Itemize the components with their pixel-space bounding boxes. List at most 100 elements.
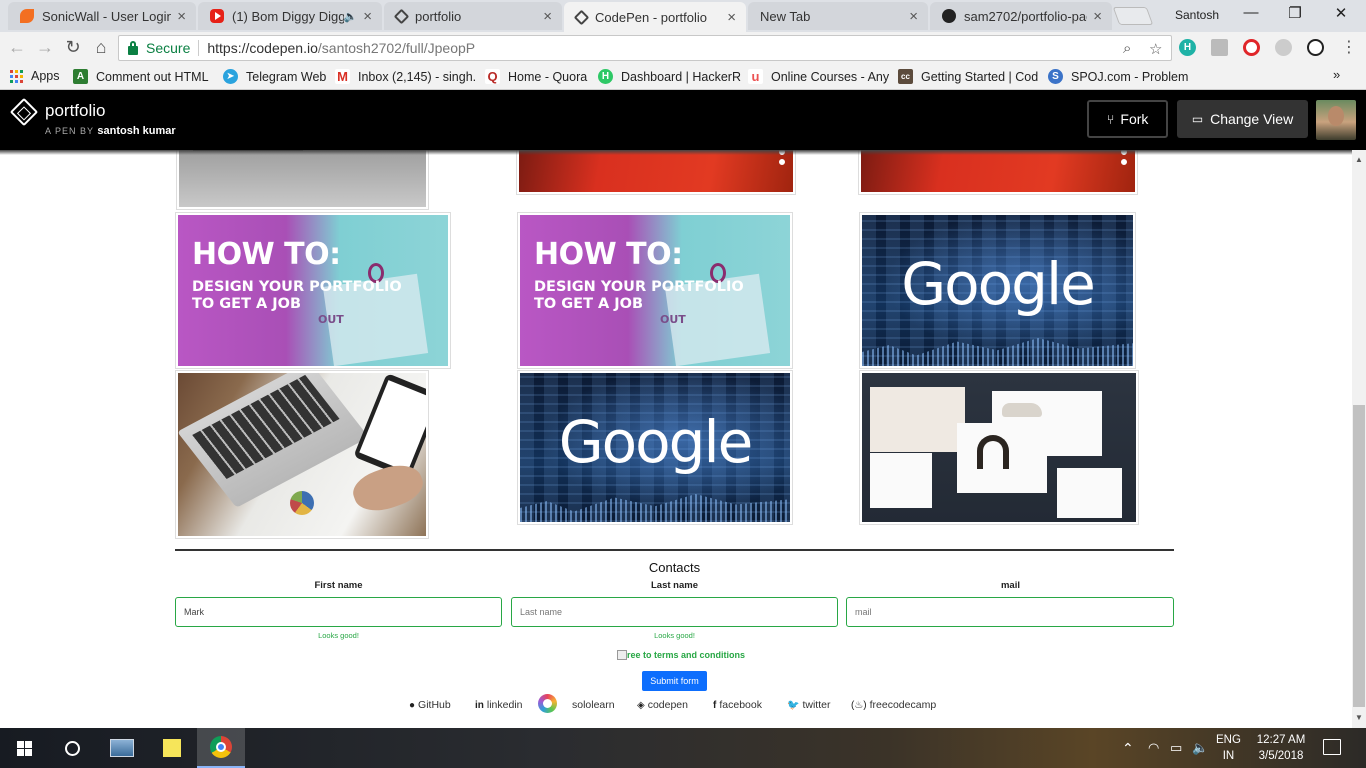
close-icon[interactable]: × <box>177 8 186 25</box>
bookmark-hackerrank[interactable]: H Dashboard | HackerR <box>598 69 741 84</box>
gallery-image-products[interactable] <box>859 370 1139 525</box>
wifi-icon[interactable]: ◠ <box>1148 728 1159 768</box>
codepen-header: portfolio A PEN BY santosh kumar ⑂ Fork … <box>0 90 1366 150</box>
bookmark-telegram[interactable]: ➤ Telegram Web <box>223 69 326 84</box>
gallery-image-red-1[interactable] <box>516 150 796 195</box>
action-center-icon[interactable] <box>1323 739 1341 755</box>
social-link-twitter[interactable]: 🐦 twitter <box>787 699 830 711</box>
social-label: freecodecamp <box>869 699 937 711</box>
social-link-freecodecamp[interactable]: (♨) freecodecamp <box>851 699 936 711</box>
reload-icon[interactable]: ↻ <box>62 37 84 58</box>
codepen-logo-icon[interactable] <box>9 97 39 127</box>
gallery-image-google-1[interactable]: Google <box>859 212 1136 369</box>
change-view-label: Change View <box>1210 111 1294 127</box>
profile-name[interactable]: Santosh <box>1175 8 1219 22</box>
mail-field[interactable]: mail <box>846 597 1174 627</box>
tab-github[interactable]: sam2702/portfolio-pag × <box>930 2 1112 30</box>
cortana-button[interactable] <box>48 728 96 768</box>
gallery-image-google-2[interactable]: Google <box>517 370 793 525</box>
star-icon[interactable]: ☆ <box>1149 40 1162 58</box>
howto-portfolio-image: HOW TO: DESIGN YOUR PORTFOLIO TO GET A JO… <box>520 215 790 366</box>
contacts-heading: Contacts <box>648 560 701 575</box>
close-icon[interactable]: × <box>543 8 552 25</box>
tab-codepen-portfolio[interactable]: CodePen - portfolio × <box>564 2 746 32</box>
terms-checkbox[interactable] <box>617 650 627 660</box>
social-link-sololearn[interactable]: sololearn <box>572 699 615 711</box>
bookmark-spoj[interactable]: S SPOJ.com - Problem <box>1048 69 1188 84</box>
pen-title: portfolio <box>45 101 106 120</box>
chrome-taskbar-button[interactable] <box>197 728 245 768</box>
sonicwall-icon <box>20 9 34 23</box>
bookmark-udemy[interactable]: u Online Courses - Any <box>748 69 889 84</box>
close-window-icon[interactable]: ✕ <box>1326 4 1356 22</box>
menu-icon[interactable]: ⋮ <box>1338 37 1360 57</box>
social-link-github[interactable]: ● GitHub <box>409 699 451 711</box>
bookmark-apps[interactable]: Apps <box>10 69 60 83</box>
scrollbar-thumb[interactable] <box>1353 405 1365 707</box>
codecademy-icon: cc <box>898 69 913 84</box>
bookmark-codecademy[interactable]: cc Getting Started | Cod <box>898 69 1038 84</box>
close-icon[interactable]: × <box>909 8 918 25</box>
bookmark-quora[interactable]: Q Home - Quora <box>485 69 587 84</box>
language-indicator[interactable]: ENG IN <box>1216 732 1241 764</box>
scroll-up-icon[interactable]: ▲ <box>1352 153 1366 167</box>
twitter-icon: 🐦 <box>787 699 800 711</box>
volume-icon[interactable]: 🔈 <box>1192 728 1208 768</box>
tray-overflow-icon[interactable]: ⌃ <box>1122 728 1134 768</box>
gallery-image-howto-1[interactable]: HOW TO: DESIGN YOUR PORTFOLIO TO GET A JO… <box>175 212 451 369</box>
back-icon[interactable]: ← <box>6 37 28 58</box>
last-name-field[interactable]: Last name <box>511 597 838 627</box>
tab-sonicwall[interactable]: SonicWall - User Login × <box>8 2 196 30</box>
extension-chat-icon[interactable] <box>1275 39 1292 56</box>
gallery-image-red-2[interactable] <box>858 150 1138 195</box>
gallery-image-laptop-top[interactable] <box>176 150 429 210</box>
social-label: sololearn <box>572 699 615 711</box>
bookmark-gmail[interactable]: M Inbox (2,145) - singh. <box>335 69 476 84</box>
bookmark-comment-out-html[interactable]: A Comment out HTML <box>73 69 209 84</box>
lang-line2: IN <box>1222 750 1235 762</box>
system-clock[interactable]: 12:27 AM 3/5/2018 <box>1250 732 1312 764</box>
search-icon[interactable]: ⌕ <box>1123 40 1131 57</box>
submit-button[interactable]: Submit form <box>642 671 707 691</box>
url-host: https://codepen.io <box>207 40 318 56</box>
secure-label: Secure <box>146 40 191 56</box>
home-icon[interactable]: ⌂ <box>90 37 112 58</box>
first-name-field[interactable]: Mark <box>175 597 502 627</box>
social-link-facebook[interactable]: f facebook <box>713 699 762 711</box>
gallery-image-howto-2[interactable]: HOW TO: DESIGN YOUR PORTFOLIO TO GET A JO… <box>517 212 793 369</box>
forward-icon[interactable]: → <box>34 37 56 58</box>
minimize-icon[interactable]: — <box>1236 4 1266 21</box>
tab-youtube[interactable]: (1) Bom Diggy Digg 🔈 × <box>198 2 382 30</box>
close-icon[interactable]: × <box>727 9 736 26</box>
close-icon[interactable]: × <box>363 8 372 25</box>
start-button[interactable] <box>0 728 48 768</box>
tab-new-tab[interactable]: New Tab × <box>748 2 928 30</box>
terms-agreement[interactable]: ree to terms and conditions <box>617 650 745 660</box>
extension-opera-icon[interactable] <box>1243 39 1260 56</box>
social-link-codepen[interactable]: ◈ codepen <box>637 699 688 711</box>
mail-placeholder: mail <box>855 607 872 617</box>
avatar[interactable] <box>1316 100 1356 140</box>
social-link-linkedin[interactable]: in linkedin <box>475 699 523 711</box>
scroll-down-icon[interactable]: ▼ <box>1352 711 1366 725</box>
tab-label: portfolio <box>415 8 462 24</box>
task-view-button[interactable] <box>98 728 146 768</box>
speaker-icon[interactable]: 🔈 <box>344 10 358 23</box>
pen-author[interactable]: santosh kumar <box>97 125 175 137</box>
fork-button[interactable]: ⑂ Fork <box>1087 100 1168 138</box>
pen-byline: A PEN BY santosh kumar <box>45 125 176 137</box>
bookmark-label: SPOJ.com - Problem <box>1071 69 1189 84</box>
close-icon[interactable]: × <box>1093 8 1102 25</box>
battery-icon[interactable]: ▭ <box>1170 728 1182 768</box>
extension-h-icon[interactable]: H <box>1179 39 1196 56</box>
extension-calendar-icon[interactable] <box>1211 39 1228 56</box>
new-tab-button[interactable] <box>1112 7 1154 25</box>
bookmarks-overflow-icon[interactable]: » <box>1333 67 1340 82</box>
restore-icon[interactable]: ❐ <box>1280 4 1310 22</box>
change-view-button[interactable]: ▭ Change View <box>1177 100 1308 138</box>
extension-sync-icon[interactable] <box>1307 39 1324 56</box>
tab-portfolio[interactable]: portfolio × <box>384 2 562 30</box>
sticky-notes-button[interactable] <box>148 728 196 768</box>
gallery-image-desk[interactable] <box>175 370 429 539</box>
address-bar[interactable]: Secure https://codepen.io/santosh2702/fu… <box>118 35 1172 61</box>
